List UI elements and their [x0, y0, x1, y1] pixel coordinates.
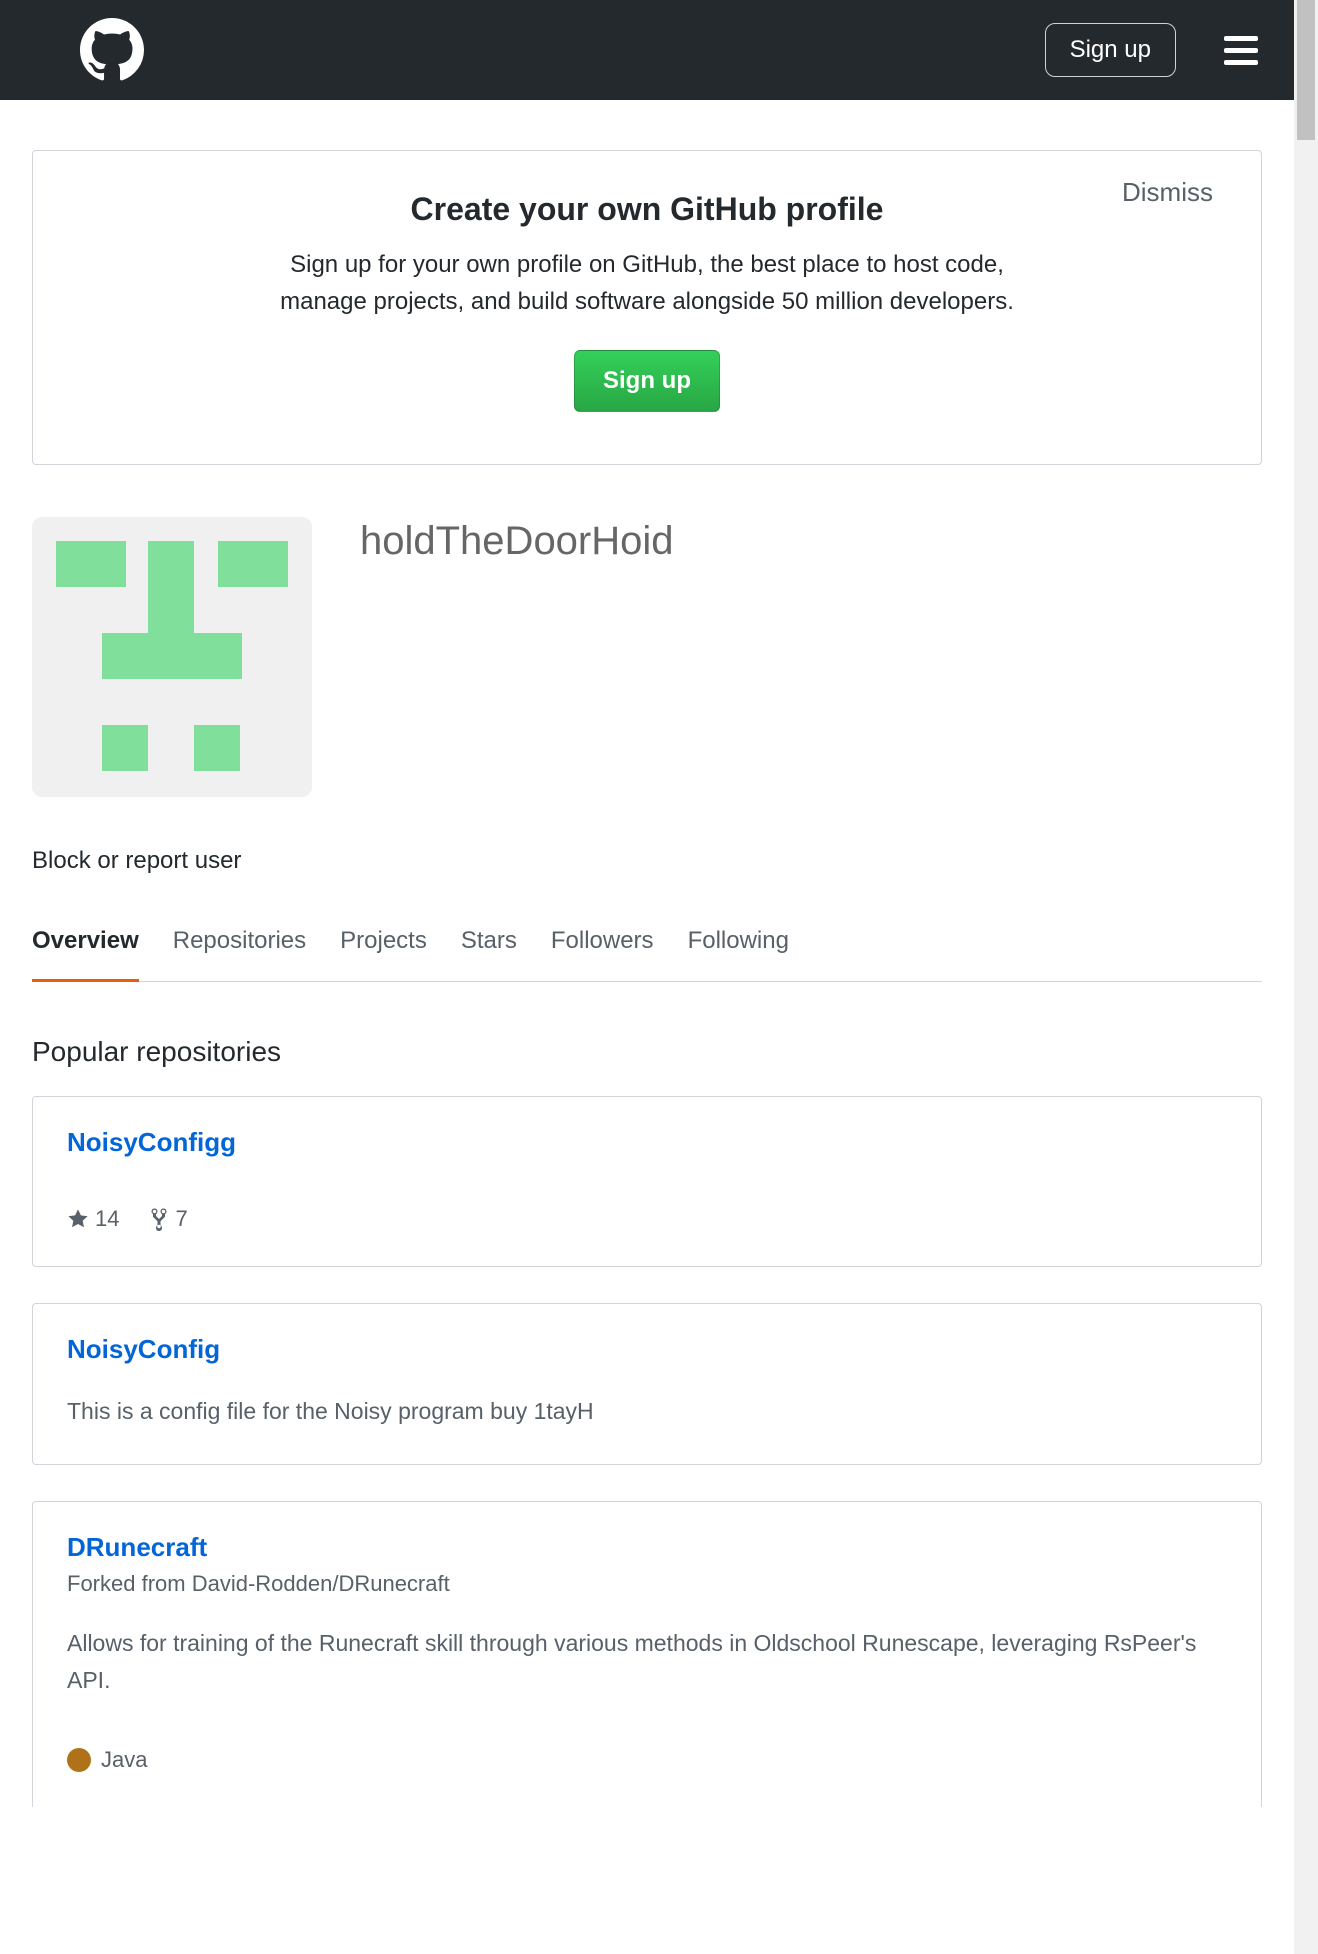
- hamburger-menu-icon[interactable]: [1224, 36, 1258, 65]
- star-icon: [67, 1208, 89, 1230]
- scrollbar-thumb[interactable]: [1297, 0, 1315, 140]
- banner-title: Create your own GitHub profile: [257, 191, 1037, 228]
- repo-language: Java: [101, 1747, 147, 1773]
- github-logo-icon[interactable]: [80, 18, 144, 82]
- signup-cta-button[interactable]: Sign up: [574, 350, 720, 412]
- dismiss-button[interactable]: Dismiss: [1122, 177, 1213, 208]
- top-header: Sign up: [0, 0, 1294, 100]
- repo-card: DRunecraft Forked from David-Rodden/DRun…: [32, 1501, 1262, 1807]
- fork-icon: [149, 1207, 169, 1231]
- tab-following[interactable]: Following: [688, 903, 789, 981]
- repo-name-link[interactable]: NoisyConfigg: [67, 1127, 236, 1158]
- avatar[interactable]: [32, 517, 312, 797]
- repo-stars[interactable]: 14: [67, 1206, 119, 1232]
- repo-name-link[interactable]: NoisyConfig: [67, 1334, 220, 1365]
- repo-forked-from: Forked from David-Rodden/DRunecraft: [67, 1571, 1227, 1597]
- repo-description: Allows for training of the Runecraft ski…: [67, 1625, 1227, 1699]
- repo-card: NoisyConfigg 14 7: [32, 1096, 1262, 1267]
- signup-button[interactable]: Sign up: [1045, 23, 1176, 77]
- popular-repos-heading: Popular repositories: [32, 1036, 1262, 1068]
- repo-stars-count: 14: [95, 1206, 119, 1232]
- tab-followers[interactable]: Followers: [551, 903, 654, 981]
- tab-stars[interactable]: Stars: [461, 903, 517, 981]
- repo-forks[interactable]: 7: [149, 1206, 187, 1232]
- tab-repositories[interactable]: Repositories: [173, 903, 306, 981]
- language-color-icon: [67, 1748, 91, 1772]
- repo-name-link[interactable]: DRunecraft: [67, 1532, 207, 1563]
- profile-username: holdTheDoorHoid: [360, 519, 674, 564]
- scrollbar[interactable]: [1294, 0, 1318, 1954]
- repo-card: NoisyConfig This is a config file for th…: [32, 1303, 1262, 1465]
- banner-body: Sign up for your own profile on GitHub, …: [257, 246, 1037, 320]
- signup-banner: Dismiss Create your own GitHub profile S…: [32, 150, 1262, 465]
- repo-description: This is a config file for the Noisy prog…: [67, 1393, 1227, 1430]
- profile-tabs: Overview Repositories Projects Stars Fol…: [32, 903, 1262, 982]
- tab-projects[interactable]: Projects: [340, 903, 427, 981]
- repo-forks-count: 7: [175, 1206, 187, 1232]
- block-report-link[interactable]: Block or report user: [32, 847, 241, 875]
- tab-overview[interactable]: Overview: [32, 903, 139, 982]
